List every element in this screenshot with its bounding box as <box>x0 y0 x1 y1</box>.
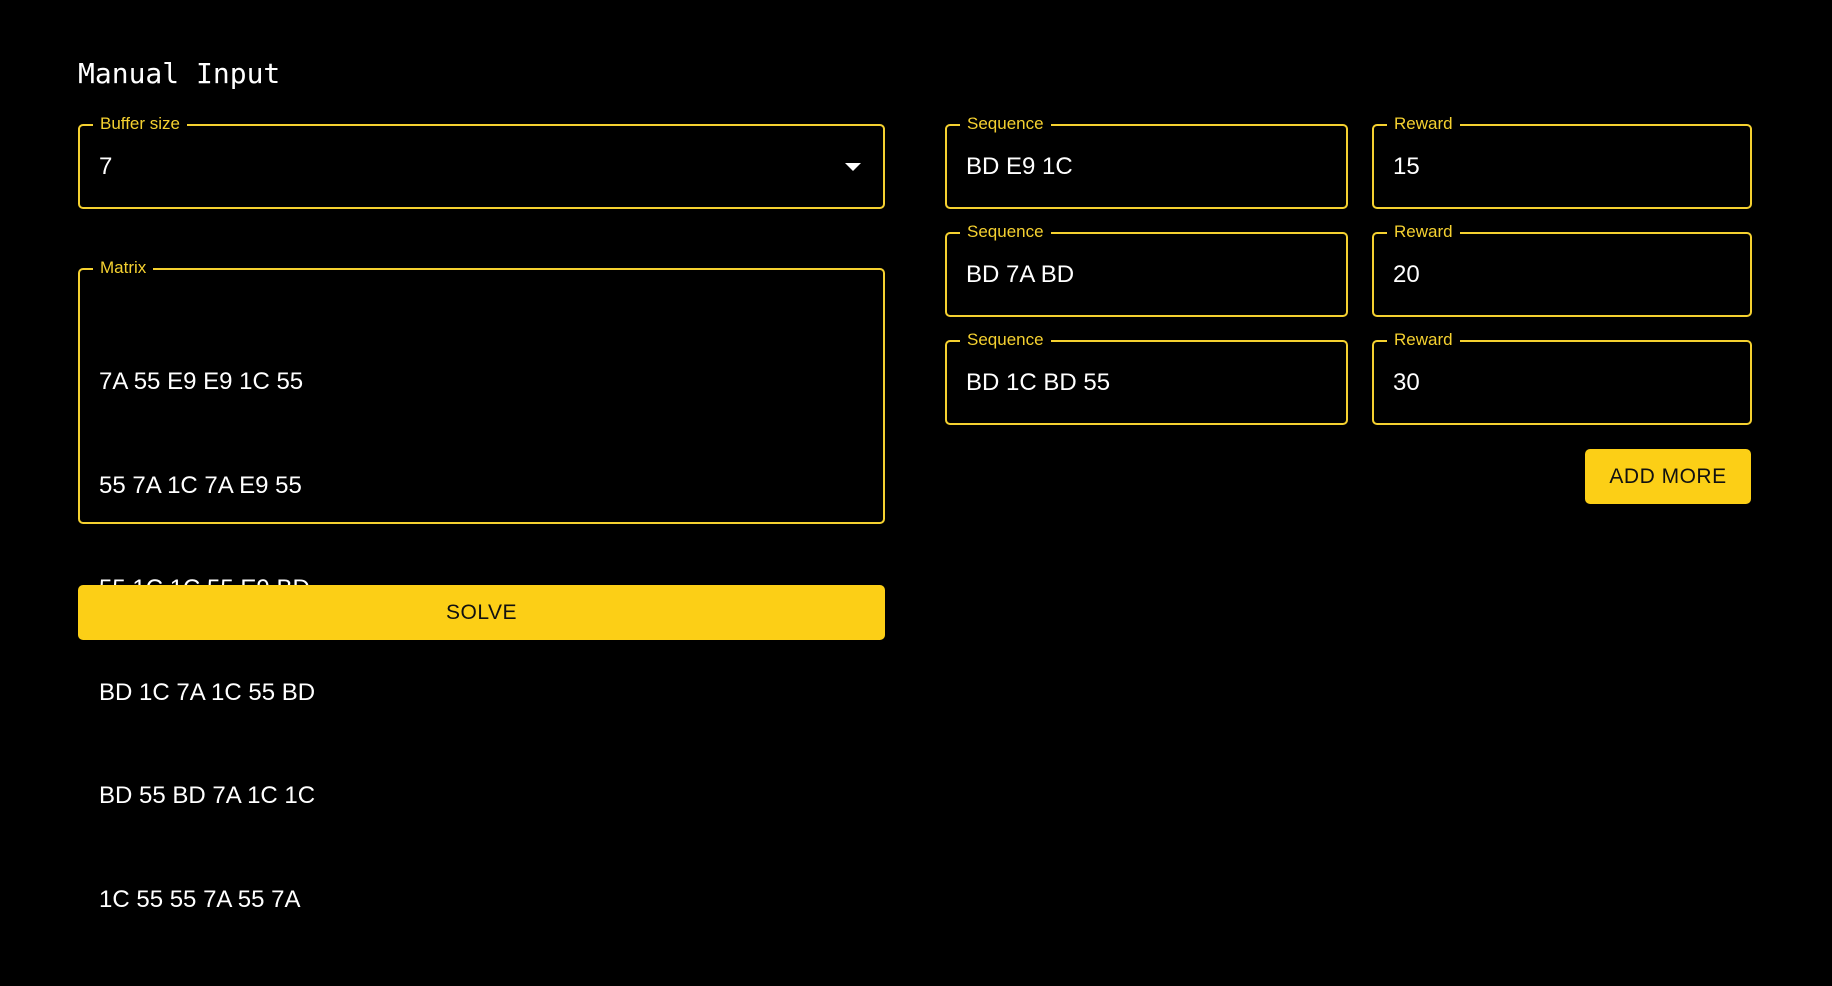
sequence-value: BD 1C BD 55 <box>966 368 1111 396</box>
solve-button[interactable]: SOLVE <box>78 585 885 640</box>
reward-input[interactable]: Reward 30 <box>1372 330 1752 425</box>
sequence-value: BD 7A BD <box>966 260 1075 288</box>
reward-value: 15 <box>1393 152 1420 180</box>
add-more-button[interactable]: ADD MORE <box>1585 449 1751 504</box>
reward-input[interactable]: Reward 15 <box>1372 114 1752 209</box>
matrix-row: 55 7A 1C 7A E9 55 <box>99 471 302 499</box>
buffer-size-value: 7 <box>99 152 113 180</box>
sequence-input[interactable]: Sequence BD 1C BD 55 <box>945 330 1348 425</box>
matrix-row: BD 55 BD 7A 1C 1C <box>99 782 316 809</box>
sequence-input[interactable]: Sequence BD E9 1C <box>945 114 1348 209</box>
matrix-row: BD 1C 7A 1C 55 BD <box>99 678 316 706</box>
reward-value: 30 <box>1393 368 1420 396</box>
caret-down-icon[interactable] <box>845 162 861 171</box>
buffer-size-select[interactable]: Buffer size 7 <box>78 114 885 209</box>
reward-value: 20 <box>1393 260 1420 288</box>
sequence-value: BD E9 1C <box>966 152 1073 180</box>
matrix-row: 1C 55 55 7A 55 7A <box>99 885 301 913</box>
matrix-label: Matrix <box>93 258 154 278</box>
matrix-content: 7A 55 E9 E9 1C 55 55 7A 1C 7A E9 55 55 1… <box>99 296 315 986</box>
matrix-textarea[interactable]: Matrix 7A 55 E9 E9 1C 55 55 7A 1C 7A E9 … <box>78 258 885 913</box>
reward-input[interactable]: Reward 20 <box>1372 222 1752 317</box>
sequence-input[interactable]: Sequence BD 7A BD <box>945 222 1348 317</box>
page-title: Manual Input <box>78 57 281 90</box>
matrix-row: 7A 55 E9 E9 1C 55 <box>99 368 304 395</box>
